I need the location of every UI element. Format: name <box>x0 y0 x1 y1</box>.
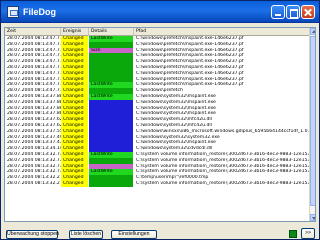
window-title: FileDog <box>23 7 56 17</box>
clear-list-button[interactable]: Liste löschen <box>69 230 103 239</box>
column-header-pfad[interactable]: Pfad <box>134 28 309 36</box>
column-header-zeit[interactable]: Zeit <box>5 28 61 36</box>
scrollbar-thumb[interactable] <box>310 36 315 206</box>
list-body: 28.07.2004 08:13:47.711 Changed LastWrite C… <box>5 36 309 221</box>
maximize-icon[interactable] <box>286 5 300 19</box>
scroll-up-arrow-icon[interactable] <box>310 28 315 35</box>
cell-zeit: 28.07.2004 08:13:32.2 <box>7 181 60 186</box>
vertical-scrollbar[interactable] <box>309 28 315 221</box>
status-indicator-icon <box>289 230 297 238</box>
scroll-down-arrow-icon[interactable] <box>310 214 315 221</box>
cell-ereignis: Changed <box>61 181 88 187</box>
title-bar[interactable]: FileDog <box>1 1 319 23</box>
event-list[interactable]: Zeit Ereignis Details Pfad 28.07.2004 08… <box>4 27 316 222</box>
column-header-details[interactable]: Details <box>89 28 134 36</box>
stop-monitoring-button[interactable]: Überwachung stoppen <box>6 230 59 239</box>
table-row[interactable]: 28.07.2004 08:13:32.2 Changed C:\system vo… <box>5 181 309 187</box>
next-button[interactable]: >> <box>301 228 315 239</box>
close-icon[interactable] <box>301 5 315 19</box>
minimize-icon[interactable] <box>271 5 285 19</box>
settings-button[interactable]: Einstellungen <box>111 230 157 239</box>
cell-details <box>89 181 133 187</box>
document-icon <box>7 6 19 18</box>
filedog-window: FileDog Zeit Ereignis Details Pfad 28.07… <box>0 0 320 240</box>
cell-pfad: C:\system volume information\_restore{30… <box>136 181 309 186</box>
column-header-ereignis[interactable]: Ereignis <box>61 28 89 36</box>
list-header: Zeit Ereignis Details Pfad <box>5 28 309 36</box>
